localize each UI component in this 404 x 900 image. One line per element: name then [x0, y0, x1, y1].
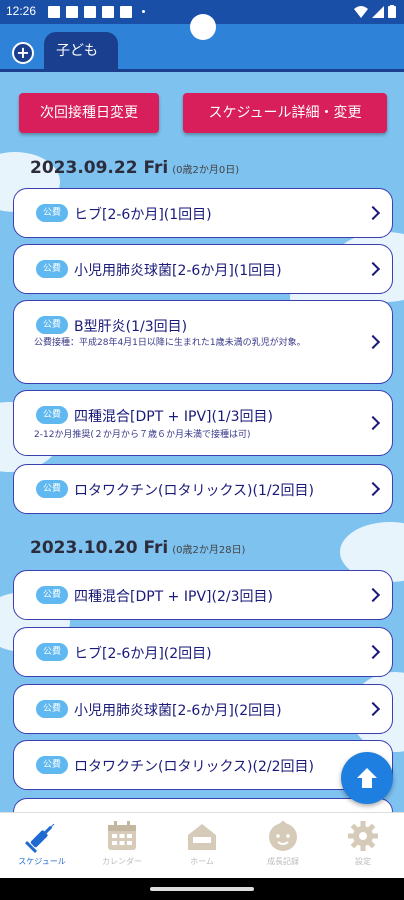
vaccine-title: 四種混合[DPT + IPV](2/3回目) — [74, 589, 273, 605]
public-expense-badge: 公費 — [36, 316, 68, 334]
age-label: (0歳2か月28日) — [172, 545, 246, 556]
battery-icon — [388, 5, 396, 18]
system-home-bar — [0, 878, 404, 900]
vaccine-title: 四種混合[DPT + IPV](1/3回目) — [74, 409, 273, 425]
chevron-right-icon — [365, 334, 381, 350]
date-heading: 2023.09.22 Fri (0歳2か月0日) — [30, 158, 239, 178]
vaccine-title: ヒブ[2-6か月](2回目) — [74, 646, 212, 662]
vaccine-card[interactable]: 公費 小児用肺炎球菌[2-6か月](2回目) — [13, 684, 393, 734]
nav-growth-record[interactable]: 成長記録 — [243, 819, 323, 867]
notification-icon — [120, 6, 132, 18]
notification-icon — [48, 6, 60, 18]
chevron-right-icon — [365, 587, 381, 603]
vaccine-card[interactable]: 公費 ロタワクチン(ロタリックス)(2/2回目) — [13, 740, 393, 790]
chevron-right-icon — [365, 205, 381, 221]
vaccine-description: 2-12か月推奨(２か月から７歳６か月未満で接種は可) — [34, 430, 251, 440]
home-icon — [188, 824, 216, 850]
date-heading: 2023.10.20 Fri (0歳2か月28日) — [30, 538, 245, 558]
nav-label: 成長記録 — [267, 857, 299, 866]
bottom-navigation: スケジュール カレンダー ホーム 成長記録 設定 — [0, 812, 404, 878]
add-child-button[interactable]: + — [12, 42, 34, 64]
public-expense-badge: 公費 — [36, 756, 68, 774]
nav-label: スケジュール — [18, 857, 66, 866]
calendar-icon — [108, 821, 136, 850]
scroll-to-top-button[interactable] — [341, 752, 393, 804]
vaccine-card[interactable]: 公費 四種混合[DPT + IPV](2/3回目) — [13, 570, 393, 620]
home-indicator[interactable] — [150, 887, 254, 891]
vaccine-card[interactable]: 公費 ヒブ[2-6か月](2回目) — [13, 627, 393, 677]
arrow-up-icon — [357, 768, 377, 788]
nav-schedule[interactable]: スケジュール — [2, 819, 82, 867]
gear-icon — [348, 821, 378, 851]
notification-icon — [84, 6, 96, 18]
signal-icon — [372, 5, 384, 18]
syringe-icon — [25, 823, 55, 853]
age-label: (0歳2か月0日) — [172, 165, 240, 176]
vaccine-title: 小児用肺炎球菌[2-6か月](1回目) — [74, 263, 282, 279]
vaccine-title: ヒブ[2-6か月](1回目) — [74, 207, 212, 223]
nav-home[interactable]: ホーム — [162, 819, 242, 867]
public-expense-badge: 公費 — [36, 586, 68, 604]
vaccine-title: ロタワクチン(ロタリックス)(1/2回目) — [74, 483, 314, 499]
status-time: 12:26 — [6, 4, 37, 18]
public-expense-badge: 公費 — [36, 406, 68, 424]
schedule-detail-button[interactable]: スケジュール詳細・変更 — [183, 93, 387, 133]
notification-icon — [66, 6, 78, 18]
vaccine-title: ロタワクチン(ロタリックス)(2/2回目) — [74, 759, 314, 775]
public-expense-badge: 公費 — [36, 260, 68, 278]
public-expense-badge: 公費 — [36, 700, 68, 718]
wifi-icon — [354, 5, 368, 18]
chevron-right-icon — [365, 261, 381, 277]
nav-label: カレンダー — [102, 857, 142, 866]
vaccine-description: 公費接種：平成28年4月1日以降に生まれた1歳未満の乳児が対象。 — [34, 338, 306, 348]
tab-child[interactable]: 子ども — [44, 32, 118, 72]
chevron-right-icon — [365, 481, 381, 497]
date-label: 2023.10.20 Fri — [30, 538, 169, 558]
schedule-list[interactable]: 次回接種日変更 スケジュール詳細・変更 2023.09.22 Fri (0歳2か月… — [0, 72, 404, 812]
chevron-right-icon — [365, 701, 381, 717]
chevron-right-icon — [365, 644, 381, 660]
child-tab-bar: + 子ども — [0, 14, 404, 72]
more-notifications-icon — [142, 10, 145, 13]
chevron-right-icon — [365, 415, 381, 431]
vaccine-card[interactable]: 公費 ヒブ[2-6か月](1回目) — [13, 188, 393, 238]
vaccine-card[interactable]: 公費 ロタワクチン(ロタリックス)(1/2回目) — [13, 464, 393, 514]
date-label: 2023.09.22 Fri — [30, 158, 169, 178]
baby-face-icon — [269, 821, 297, 851]
vaccine-card[interactable]: 公費 B型肝炎(1/3回目) 公費接種：平成28年4月1日以降に生まれた1歳未満… — [13, 300, 393, 384]
vaccine-card[interactable]: 公費 小児用肺炎球菌[2-6か月](1回目) — [13, 244, 393, 294]
change-next-date-button[interactable]: 次回接種日変更 — [19, 93, 159, 133]
notification-icon — [102, 6, 114, 18]
nav-label: ホーム — [190, 857, 214, 866]
vaccine-card-partial[interactable] — [13, 798, 393, 812]
public-expense-badge: 公費 — [36, 643, 68, 661]
nav-calendar[interactable]: カレンダー — [82, 819, 162, 867]
decorative-circle — [190, 14, 216, 40]
public-expense-badge: 公費 — [36, 480, 68, 498]
vaccine-card[interactable]: 公費 四種混合[DPT + IPV](1/3回目) 2-12か月推奨(２か月から… — [13, 390, 393, 456]
nav-settings[interactable]: 設定 — [323, 819, 403, 867]
nav-label: 設定 — [355, 857, 371, 866]
vaccine-title: B型肝炎(1/3回目) — [74, 319, 188, 335]
vaccine-title: 小児用肺炎球菌[2-6か月](2回目) — [74, 703, 282, 719]
public-expense-badge: 公費 — [36, 204, 68, 222]
